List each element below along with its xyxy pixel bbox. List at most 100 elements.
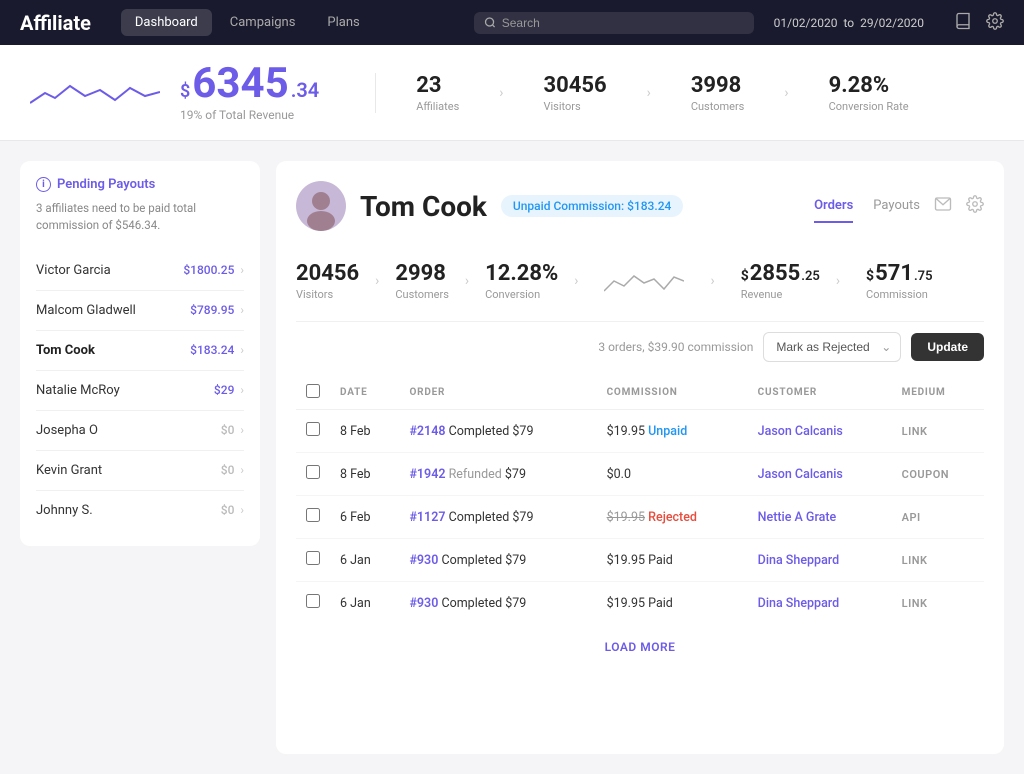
affiliate-amount: $183.24 [190,343,234,357]
stat-visitors: 30456 Visitors [543,73,606,113]
order-number[interactable]: #2148 [409,424,445,439]
order-medium: LINK [892,539,984,582]
order-medium: API [892,496,984,539]
detail-stats: 20456 Visitors › 2998 Customers › 12.28%… [296,251,984,321]
list-item[interactable]: Tom Cook $183.24 › [36,331,244,371]
date-separator: to [843,16,854,30]
list-item[interactable]: Victor Garcia $1800.25 › [36,251,244,291]
row-checkbox-cell [296,539,330,582]
nav-campaigns[interactable]: Campaigns [216,9,310,36]
order-number[interactable]: #1127 [409,510,445,525]
avatar-image [296,181,346,231]
revenue-sub: 19% of Total Revenue [180,108,325,122]
stat-arrow-2: › [647,85,651,101]
stats-bar: $ 6345 .34 19% of Total Revenue 23 Affil… [0,45,1024,141]
nav-dashboard[interactable]: Dashboard [121,9,212,36]
th-order: ORDER [399,376,596,410]
orders-summary-text: 3 orders, $39.90 commission [598,340,753,354]
payment-status: Paid [648,553,673,568]
order-number[interactable]: #1942 [409,467,445,482]
customer-name[interactable]: Jason Calcanis [758,424,843,439]
customer-name[interactable]: Nettie A Grate [758,510,837,525]
order-controls: 3 orders, $39.90 commission Mark as Reje… [296,322,984,376]
customer-name[interactable]: Jason Calcanis [758,467,843,482]
main-nav: Dashboard Campaigns Plans [121,9,374,36]
list-item[interactable]: Natalie McRoy $29 › [36,371,244,411]
list-item[interactable]: Malcom Gladwell $789.95 › [36,291,244,331]
unpaid-badge: Unpaid Commission: $183.24 [501,195,683,217]
affiliates-label: Affiliates [416,100,459,113]
row-checkbox[interactable] [306,551,320,565]
stat-affiliates: 23 Affiliates [416,73,459,113]
email-icon[interactable] [934,195,952,217]
list-item[interactable]: Josepha O $0 › [36,411,244,451]
payment-status: Paid [648,596,673,611]
settings-icon[interactable] [986,12,1004,34]
medium-value: LINK [902,597,928,610]
chevron-right-icon: › [240,503,244,517]
order-price: $79 [505,467,526,482]
row-checkbox-cell [296,453,330,496]
stat-conversion: 9.28% Conversion Rate [829,73,909,113]
list-item[interactable]: Kevin Grant $0 › [36,451,244,491]
date-to: 29/02/2020 [860,16,924,30]
search-input[interactable] [502,16,744,30]
order-price: $79 [505,596,526,611]
row-checkbox[interactable] [306,465,320,479]
affiliate-amount: $0 [221,463,235,477]
select-all-checkbox[interactable] [306,384,320,398]
medium-value: API [902,511,921,524]
affiliate-amount: $0 [221,503,235,517]
stats-divider [375,73,376,113]
commission-value: $0.0 [607,467,631,482]
order-number[interactable]: #930 [409,596,438,611]
order-ref: #1127 Completed $79 [399,496,596,539]
medium-value: LINK [902,554,928,567]
table-row: 6 Jan #930 Completed $79 $19.95 Paid Din… [296,539,984,582]
detail-arrow-4: › [710,273,714,289]
pending-desc: 3 affiliates need to be paid total commi… [36,200,244,235]
table-row: 8 Feb #2148 Completed $79 $19.95 Unpaid … [296,410,984,453]
update-button[interactable]: Update [911,333,984,361]
book-icon[interactable] [954,12,972,34]
detail-commission-cents: .75 [914,269,933,284]
detail-customers-value: 2998 [395,261,449,286]
commission-value: $19.95 [607,424,645,439]
row-checkbox-cell [296,410,330,453]
affiliate-name: Tom Cook [36,343,95,358]
row-checkbox[interactable] [306,594,320,608]
th-checkbox [296,376,330,410]
detail-stat-conversion: 12.28% Conversion [485,261,558,301]
chevron-right-icon: › [240,303,244,317]
order-customer: Nettie A Grate [748,496,892,539]
affiliate-name: Natalie McRoy [36,383,120,398]
nav-plans[interactable]: Plans [313,9,373,36]
th-customer: CUSTOMER [748,376,892,410]
pending-title-text: Pending Payouts [57,177,155,192]
status-select-wrapper: Mark as Rejected Mark as Paid Mark as Un… [763,332,901,362]
customer-name[interactable]: Dina Sheppard [758,596,840,611]
load-more-button[interactable]: LOAD MORE [296,624,984,670]
table-row: 6 Jan #930 Completed $79 $19.95 Paid Din… [296,582,984,625]
row-checkbox[interactable] [306,508,320,522]
order-commission: $19.95 Paid [597,582,748,625]
customer-name[interactable]: Dina Sheppard [758,553,840,568]
header: Affiliate Dashboard Campaigns Plans 01/0… [0,0,1024,45]
order-date: 6 Jan [330,582,399,625]
order-customer: Jason Calcanis [748,453,892,496]
list-item[interactable]: Johnny S. $0 › [36,491,244,530]
order-ref: #2148 Completed $79 [399,410,596,453]
order-number[interactable]: #930 [409,553,438,568]
tab-payouts[interactable]: Payouts [873,190,920,223]
row-checkbox[interactable] [306,422,320,436]
conversion-value: 9.28% [829,73,890,98]
status-select[interactable]: Mark as Rejected Mark as Paid Mark as Un… [763,332,901,362]
detail-conversion-value: 12.28% [485,261,558,286]
tab-orders[interactable]: Orders [814,190,853,223]
detail-visitors-label: Visitors [296,288,359,301]
row-checkbox-cell [296,582,330,625]
order-date: 8 Feb [330,453,399,496]
visitors-label: Visitors [543,100,580,113]
detail-visitors-value: 20456 [296,261,359,286]
settings-gear-icon[interactable] [966,195,984,217]
